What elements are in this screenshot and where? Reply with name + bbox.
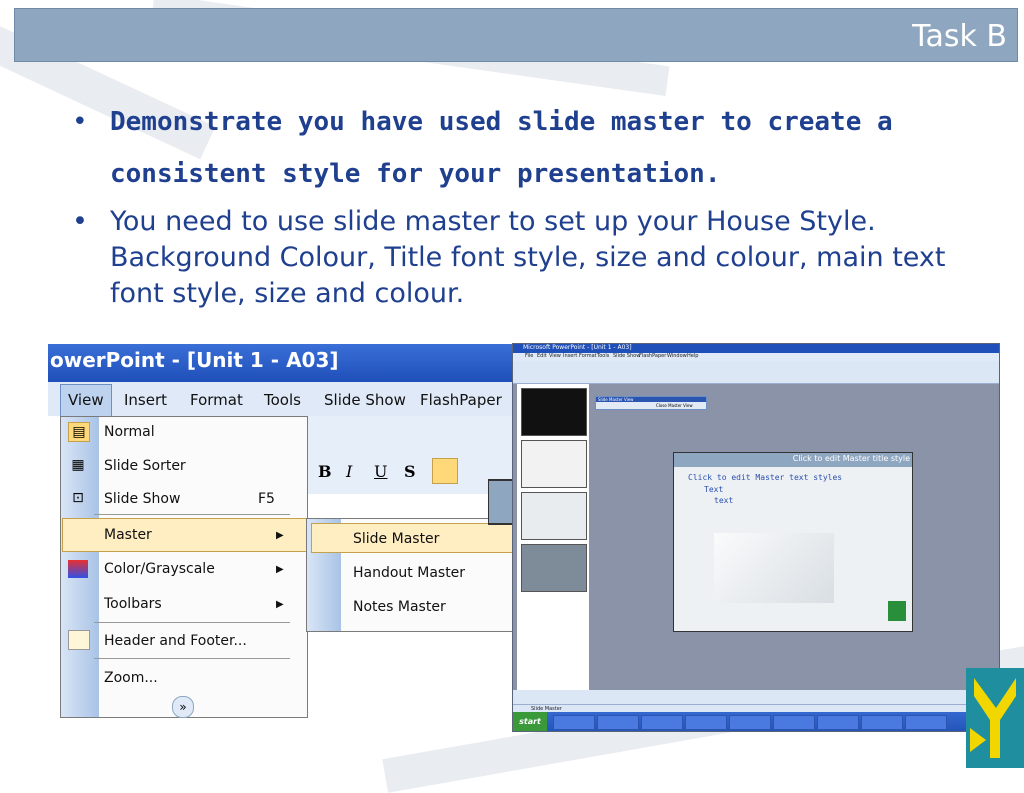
menu-view[interactable]: View — [549, 353, 561, 359]
view-menu-screenshot: owerPoint - [Unit 1 - A03] View Insert F… — [48, 344, 518, 728]
taskbar-button[interactable] — [597, 715, 639, 730]
master-item-highlight — [62, 518, 310, 552]
menu-tools[interactable]: Tools — [264, 391, 301, 409]
submenu-arrow-icon: ▶ — [276, 530, 284, 541]
formatting-toolbar: B I U S — [302, 416, 518, 494]
italic-button[interactable]: I — [346, 462, 352, 481]
bullet-text-bold: Demonstrate you have used slide master t… — [110, 107, 893, 189]
submenu-item-handout-master[interactable]: Handout Master — [353, 565, 465, 581]
window-title: owerPoint - [Unit 1 - A03] — [50, 348, 339, 372]
taskbar-button[interactable] — [861, 715, 903, 730]
background-graphic — [714, 533, 834, 603]
bullet-item: • You need to use slide master to set up… — [72, 204, 972, 312]
taskbar-button[interactable] — [641, 715, 683, 730]
toolbars — [513, 361, 999, 384]
taskbar-button[interactable] — [817, 715, 859, 730]
underline-button[interactable]: U — [374, 462, 387, 481]
page-title: Task B — [912, 19, 1007, 54]
menu-window[interactable]: Window — [667, 353, 687, 359]
menu-flashpaper[interactable]: FlashPaper — [420, 391, 502, 409]
master-text-level-3[interactable]: text — [714, 496, 733, 505]
slide-sorter-icon: ▦ — [71, 457, 85, 473]
taskbar-button[interactable] — [905, 715, 947, 730]
menu-format[interactable]: Format — [579, 353, 597, 359]
shadow-button[interactable]: S — [404, 462, 416, 481]
submenu-arrow-icon: ▶ — [276, 564, 284, 575]
menu-bar: File Edit View Insert Format Tools Slide… — [513, 353, 999, 361]
menu-tools[interactable]: Tools — [597, 353, 609, 359]
submenu-item-notes-master[interactable]: Notes Master — [353, 599, 446, 615]
taskbar-button[interactable] — [685, 715, 727, 730]
menu-help[interactable]: Help — [687, 353, 698, 359]
color-grayscale-icon — [68, 560, 88, 578]
slide-master-view-toolbar: Slide Master View Close Master View — [595, 396, 707, 410]
thumbnail-pane — [517, 384, 589, 690]
shortcut-f5: F5 — [258, 491, 275, 507]
menu-item-zoom[interactable]: Zoom... — [104, 670, 158, 686]
start-button[interactable]: start — [513, 712, 547, 731]
menu-item-slide-sorter[interactable]: Slide Sorter — [104, 458, 186, 474]
slide-thumbnail[interactable] — [521, 544, 587, 592]
menu-item-slide-show[interactable]: Slide Show — [104, 491, 180, 507]
slide-thumbnail[interactable] — [521, 440, 587, 488]
logo-icon — [888, 601, 906, 621]
menu-separator — [94, 658, 290, 659]
menu-insert[interactable]: Insert — [563, 353, 577, 359]
bullet-list: • Demonstrate you have used slide master… — [72, 96, 972, 312]
taskbar: start — [513, 712, 999, 731]
menu-file[interactable]: File — [525, 353, 533, 359]
drawing-toolbar — [513, 690, 999, 704]
window-titlebar: Microsoft PowerPoint - [Unit 1 - A03] — [513, 344, 999, 353]
slide-thumbnail[interactable] — [521, 388, 587, 436]
menu-item-master[interactable]: Master — [104, 527, 152, 543]
normal-view-icon: ▤ — [68, 422, 90, 442]
toolbar-caption: Slide Master View — [596, 397, 706, 402]
menu-view[interactable]: View — [68, 391, 104, 409]
menu-separator — [94, 622, 290, 623]
window-title: Microsoft PowerPoint - [Unit 1 - A03] — [523, 344, 632, 351]
close-master-view-button[interactable]: Close Master View — [656, 403, 693, 408]
menu-format[interactable]: Format — [190, 391, 243, 409]
align-left-button[interactable] — [432, 458, 458, 484]
taskbar-button[interactable] — [729, 715, 771, 730]
taskbar-button[interactable] — [553, 715, 595, 730]
master-slide: Click to edit Master title style Click t… — [673, 452, 913, 632]
title-bar: Task B — [14, 8, 1018, 62]
bullet-text: You need to use slide master to set up y… — [110, 206, 946, 309]
slide-thumbnail[interactable] — [521, 492, 587, 540]
submenu-arrow-icon: ▶ — [276, 599, 284, 610]
menu-item-normal[interactable]: Normal — [104, 424, 155, 440]
master-text-level-2[interactable]: Text — [704, 485, 723, 494]
logo-icon — [966, 668, 1024, 768]
menu-item-toolbars[interactable]: Toolbars — [104, 596, 162, 612]
bullet-item: • Demonstrate you have used slide master… — [72, 96, 972, 200]
master-submenu: Slide Master Handout Master Notes Master — [306, 518, 518, 632]
submenu-item-slide-master[interactable]: Slide Master — [353, 531, 439, 547]
window-titlebar: owerPoint - [Unit 1 - A03] — [48, 344, 518, 382]
bullet-marker: • — [72, 107, 88, 137]
slide-master-screenshot: Microsoft PowerPoint - [Unit 1 - A03] Fi… — [512, 343, 1000, 732]
bullet-marker: • — [72, 206, 88, 237]
expand-menu-chevron-icon[interactable]: » — [172, 696, 194, 718]
menu-edit[interactable]: Edit — [537, 353, 547, 359]
master-title-placeholder[interactable]: Click to edit Master title style — [793, 454, 910, 463]
menu-item-header-footer[interactable]: Header and Footer... — [104, 633, 247, 649]
menu-separator — [94, 514, 290, 515]
menu-item-color-grayscale[interactable]: Color/Grayscale — [104, 561, 215, 577]
bold-button[interactable]: B — [318, 462, 332, 481]
menu-insert[interactable]: Insert — [124, 391, 167, 409]
menu-slide-show[interactable]: Slide Show — [613, 353, 640, 359]
taskbar-button[interactable] — [773, 715, 815, 730]
header-footer-icon — [68, 630, 90, 650]
menu-slide-show[interactable]: Slide Show — [324, 391, 406, 409]
menu-flashpaper[interactable]: FlashPaper — [639, 353, 666, 359]
slide-header: Click to edit Master title style — [674, 453, 912, 467]
slide-show-icon: ⊡ — [72, 490, 84, 506]
master-text-level-1[interactable]: Click to edit Master text styles — [688, 473, 842, 482]
